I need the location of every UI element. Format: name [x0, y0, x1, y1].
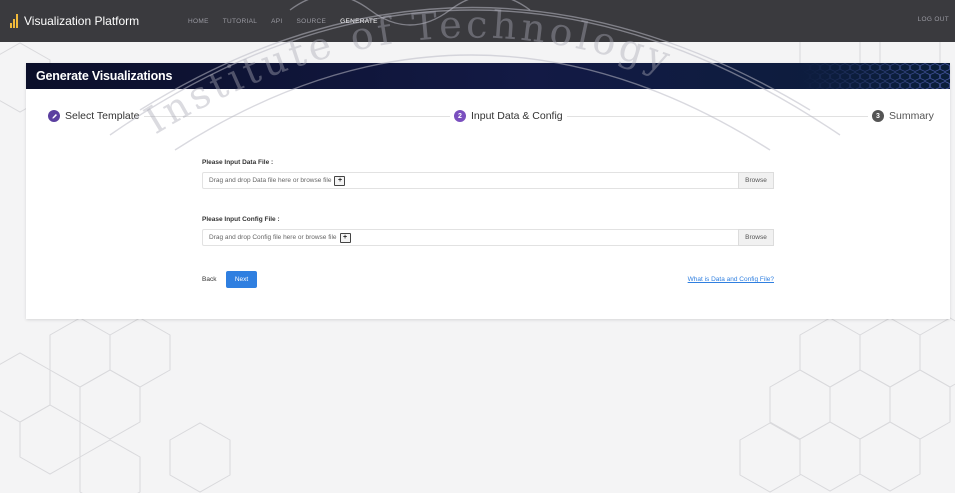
data-file-field: Please Input Data File : Drag and drop D… — [202, 159, 774, 189]
header-hexagon-decoration — [800, 63, 950, 89]
step-select-template[interactable]: Select Template — [44, 110, 144, 122]
nav-tutorial[interactable]: TUTORIAL — [223, 18, 257, 25]
upload-form: Please Input Data File : Drag and drop D… — [202, 159, 774, 246]
bar-chart-icon — [10, 14, 18, 28]
add-file-icon[interactable]: + — [339, 232, 351, 243]
step-label: Summary — [889, 110, 934, 122]
brand-title: Visualization Platform — [24, 14, 140, 28]
card-header: Generate Visualizations — [26, 63, 950, 89]
config-file-dropzone[interactable]: Drag and drop Config file here or browse… — [202, 229, 774, 246]
data-file-placeholder: Drag and drop Data file here or browse f… — [203, 175, 346, 186]
logout-link[interactable]: LOG OUT — [918, 16, 949, 23]
top-navbar: Visualization Platform HOME TUTORIAL API… — [0, 0, 955, 42]
nav-api[interactable]: API — [271, 18, 282, 25]
back-button[interactable]: Back — [202, 276, 216, 283]
nav-links: HOME TUTORIAL API SOURCE GENERATE — [188, 18, 378, 25]
step-number: 2 — [454, 110, 466, 122]
config-browse-button[interactable]: Browse — [738, 229, 774, 246]
step-summary[interactable]: 3 Summary — [868, 110, 938, 122]
data-file-dropzone[interactable]: Drag and drop Data file here or browse f… — [202, 172, 774, 189]
form-actions: Back Next What is Data and Config File? — [202, 271, 774, 289]
help-link[interactable]: What is Data and Config File? — [688, 276, 774, 283]
pencil-icon — [48, 110, 60, 122]
data-browse-button[interactable]: Browse — [738, 172, 774, 189]
step-label: Select Template — [65, 110, 140, 122]
data-file-placeholder-text: Drag and drop Data file here or browse f… — [209, 177, 332, 184]
config-file-placeholder: Drag and drop Config file here or browse… — [203, 232, 351, 243]
step-label: Input Data & Config — [471, 110, 563, 122]
generate-card: Generate Visualizations Select Template — [26, 63, 950, 319]
nav-generate[interactable]: GENERATE — [340, 18, 378, 25]
next-button[interactable]: Next — [226, 271, 257, 288]
step-number: 3 — [872, 110, 884, 122]
stepper: Select Template 2 Input Data & Config 3 … — [26, 110, 950, 124]
nav-home[interactable]: HOME — [188, 18, 209, 25]
nav-source[interactable]: SOURCE — [297, 18, 327, 25]
add-file-icon[interactable]: + — [334, 175, 346, 186]
data-file-label: Please Input Data File : — [202, 159, 274, 166]
config-file-label: Please Input Config File : — [202, 216, 280, 223]
step-input-data-config[interactable]: 2 Input Data & Config — [450, 110, 567, 122]
brand[interactable]: Visualization Platform — [10, 14, 188, 28]
config-file-field: Please Input Config File : Drag and drop… — [202, 216, 774, 246]
page-title: Generate Visualizations — [36, 69, 173, 83]
config-file-placeholder-text: Drag and drop Config file here or browse… — [209, 234, 337, 241]
